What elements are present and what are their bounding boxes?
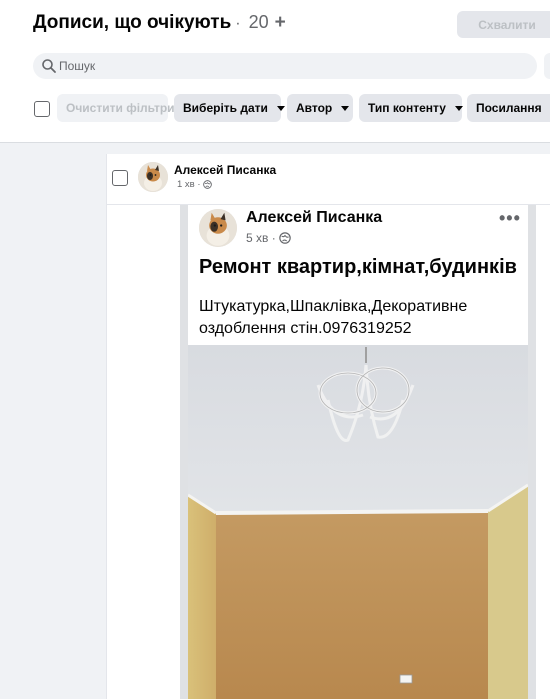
page-title: Дописи, що очікують — [33, 12, 232, 33]
more-icon: ••• — [499, 208, 521, 228]
content-type-filter-label: Тип контенту — [368, 101, 446, 115]
search-icon — [42, 59, 56, 73]
embedded-body: Штукатурка,Шпаклівка,Декоративне оздобле… — [199, 298, 468, 337]
links-filter-button[interactable]: Посилання — [467, 94, 550, 122]
author-filter-button[interactable]: Автор — [287, 94, 353, 122]
cat-avatar-icon — [138, 162, 168, 192]
chevron-down-icon — [341, 105, 350, 111]
image-left-edge — [180, 205, 188, 699]
chevron-down-icon — [454, 105, 463, 111]
date-filter-button[interactable]: Виберіть дати — [174, 94, 285, 122]
globe-icon — [203, 180, 213, 189]
links-filter-label: Посилання — [476, 101, 542, 115]
post-select-checkbox[interactable] — [112, 170, 128, 186]
globe-icon — [279, 232, 291, 244]
post-meta: 1 хв · — [177, 179, 213, 190]
title-row: Дописи, що очікують · 20 + — [33, 12, 286, 34]
embedded-time: 5 хв — [246, 231, 269, 245]
cat-avatar-icon — [199, 209, 237, 247]
content-type-filter-button[interactable]: Тип контенту — [359, 94, 463, 122]
clear-filters-button[interactable]: Очистити фільтри — [57, 94, 175, 122]
search-side-field[interactable] — [544, 53, 550, 79]
meta-separator: · — [268, 231, 280, 245]
page-header: Дописи, що очікують · 20 + Схвалити Пошу… — [0, 0, 550, 142]
title-separator: · — [235, 15, 241, 32]
select-all-checkbox[interactable] — [34, 101, 50, 117]
embedded-avatar — [199, 209, 237, 247]
image-right-edge — [528, 205, 536, 699]
search-placeholder: Пошук — [59, 59, 96, 73]
author-filter-label: Автор — [296, 101, 333, 115]
room-photo-image — [188, 345, 528, 699]
plus-icon[interactable]: + — [275, 12, 286, 34]
post-author-name[interactable]: Алексей Писанка — [174, 163, 276, 177]
post-time[interactable]: 1 хв — [177, 179, 195, 190]
pending-count: 20 — [248, 12, 269, 32]
filter-bar: Очистити фільтри Виберіть дати Автор Тип… — [0, 94, 550, 122]
avatar[interactable] — [138, 162, 168, 192]
date-filter-label: Виберіть дати — [183, 101, 268, 115]
embedded-author-name: Алексей Писанка — [246, 209, 383, 226]
meta-separator: · — [194, 179, 204, 190]
approve-button[interactable]: Схвалити — [457, 11, 550, 38]
embedded-headline: Ремонт квартир,кімнат,будинків — [199, 256, 517, 278]
search-input[interactable]: Пошук — [33, 53, 537, 79]
chevron-down-icon — [276, 105, 285, 111]
room-photo — [188, 345, 528, 699]
embedded-meta: 5 хв · — [246, 231, 291, 245]
